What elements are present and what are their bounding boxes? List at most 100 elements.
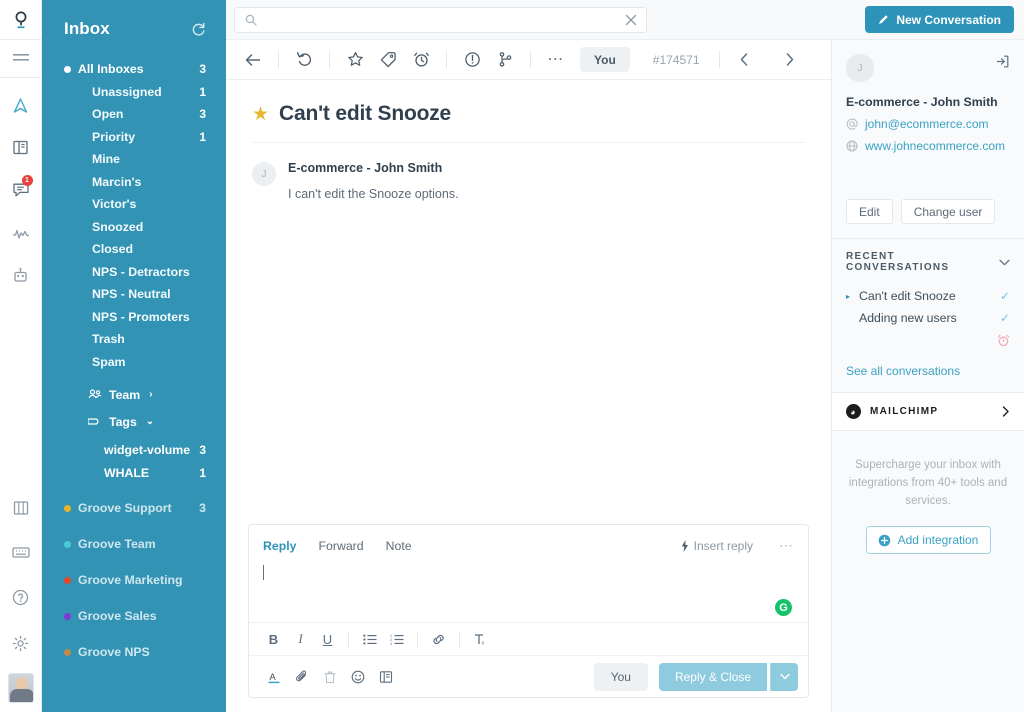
tab-forward[interactable]: Forward — [319, 539, 364, 553]
automation-icon[interactable] — [0, 259, 42, 292]
tag-icon[interactable] — [373, 45, 403, 75]
knowledge-base-icon[interactable] — [0, 131, 42, 164]
sidebar-item-trash[interactable]: Trash — [42, 328, 226, 351]
sidebar-group-tags[interactable]: Tags ⌄ — [42, 409, 226, 434]
sidebar-mailbox-groove-support[interactable]: Groove Support 3 — [42, 490, 226, 526]
more-icon[interactable]: ⋯ — [541, 45, 571, 75]
mailchimp-section-header[interactable]: ◕ MAILCHIMP — [832, 392, 1024, 431]
mailbox-label: Groove Marketing — [78, 573, 183, 587]
sidebar-item-priority[interactable]: Priority 1 — [42, 126, 226, 149]
see-all-conversations-link[interactable]: See all conversations — [832, 351, 1024, 392]
sidebar-item-closed[interactable]: Closed — [42, 238, 226, 261]
toolbar-divider — [718, 51, 720, 68]
composer-assignee-button[interactable]: You — [593, 662, 648, 691]
underline-icon[interactable]: U — [315, 627, 340, 652]
grammarly-badge[interactable]: G — [775, 599, 792, 616]
search-icon — [245, 14, 257, 26]
customer-email[interactable]: john@ecommerce.com — [865, 117, 989, 131]
trash-icon[interactable] — [317, 664, 342, 689]
change-user-button[interactable]: Change user — [900, 199, 996, 224]
recent-conversation-item[interactable]: ▸ Can't edit Snooze ✓ — [832, 285, 1024, 307]
sidebar-mailbox-groove-team[interactable]: Groove Team — [42, 526, 226, 562]
sidebar-tag-whale[interactable]: WHALE 1 — [42, 462, 226, 485]
ticket-id: #174571 — [652, 52, 700, 67]
chevron-left-icon[interactable] — [730, 45, 760, 75]
italic-icon[interactable]: I — [288, 627, 313, 652]
reply-editor[interactable]: G — [249, 562, 808, 622]
avatar: J — [252, 162, 276, 186]
chevron-right-icon[interactable] — [775, 45, 805, 75]
conversations-icon[interactable]: 1 — [0, 173, 42, 206]
sidebar-item-open[interactable]: Open 3 — [42, 103, 226, 126]
user-avatar[interactable] — [7, 673, 34, 703]
sidebar-mailbox-groove-nps[interactable]: Groove NPS — [42, 634, 226, 670]
assignee-button[interactable]: You — [580, 47, 630, 72]
keyboard-icon[interactable] — [0, 536, 42, 569]
merge-icon[interactable] — [490, 45, 520, 75]
priority-icon[interactable] — [457, 45, 487, 75]
app-root: 1 Inbox All Inboxes 3 Unassigned 1 Open … — [0, 0, 1024, 712]
clear-formatting-icon[interactable]: x — [468, 627, 493, 652]
bulleted-list-icon[interactable] — [357, 627, 382, 652]
insert-reply-button[interactable]: Insert reply — [681, 539, 753, 553]
sidebar-item-nps-detractors[interactable]: NPS - Detractors — [42, 261, 226, 284]
canned-reply-icon[interactable] — [373, 664, 398, 689]
menu-icon[interactable] — [0, 40, 42, 78]
tab-reply[interactable]: Reply — [263, 539, 297, 553]
numbered-list-icon[interactable]: 123 — [384, 627, 409, 652]
reports-icon[interactable] — [0, 217, 42, 250]
close-icon[interactable] — [625, 14, 637, 26]
bold-icon[interactable]: B — [261, 627, 286, 652]
reopen-icon[interactable] — [289, 45, 319, 75]
sidebar-mailbox-groove-marketing[interactable]: Groove Marketing — [42, 562, 226, 598]
recent-conversations-header[interactable]: RECENT CONVERSATIONS — [832, 238, 1024, 285]
chevron-down-icon — [999, 259, 1010, 266]
star-icon[interactable]: ★ — [252, 105, 269, 124]
emoji-icon[interactable] — [345, 664, 370, 689]
navigation-icon[interactable] — [0, 89, 42, 122]
text-color-icon[interactable]: A — [261, 664, 286, 689]
avatar: J — [846, 54, 874, 82]
add-integration-button[interactable]: Add integration — [865, 526, 991, 555]
settings-icon[interactable] — [0, 627, 42, 660]
snooze-icon[interactable] — [406, 45, 436, 75]
arrow-left-icon[interactable] — [238, 45, 268, 75]
reply-options-caret[interactable] — [770, 662, 798, 691]
open-in-new-icon[interactable] — [995, 54, 1010, 69]
groove-logo[interactable] — [0, 0, 42, 40]
sidebar-group-team[interactable]: Team › — [42, 382, 226, 407]
sidebar-item-marcins[interactable]: Marcin's — [42, 171, 226, 194]
customer-website[interactable]: www.johnecommerce.com — [865, 139, 1005, 153]
search-input[interactable] — [264, 12, 618, 27]
sidebar-item-mine[interactable]: Mine — [42, 148, 226, 171]
star-icon[interactable] — [340, 45, 370, 75]
new-conversation-button[interactable]: New Conversation — [865, 6, 1015, 33]
conversation-toolbar: ⋯ You #174571 — [226, 40, 831, 80]
tab-note[interactable]: Note — [386, 539, 412, 553]
help-icon[interactable] — [0, 581, 42, 614]
sidebar-item-spam[interactable]: Spam — [42, 351, 226, 374]
format-toolbar: B I U 123 x — [249, 622, 808, 655]
sidebar-mailbox-groove-sales[interactable]: Groove Sales — [42, 598, 226, 634]
recent-conversation-item[interactable] — [832, 329, 1024, 351]
edit-button[interactable]: Edit — [846, 199, 893, 224]
widgets-icon[interactable] — [0, 491, 42, 524]
reply-and-close-button[interactable]: Reply & Close — [658, 662, 767, 691]
link-icon[interactable] — [426, 627, 451, 652]
sidebar-item-all-inboxes[interactable]: All Inboxes 3 — [42, 58, 226, 81]
format-divider — [348, 631, 349, 647]
sidebar-item-victors[interactable]: Victor's — [42, 193, 226, 216]
search-box[interactable] — [234, 6, 647, 33]
sidebar-item-nps-neutral[interactable]: NPS - Neutral — [42, 283, 226, 306]
sidebar-item-snoozed[interactable]: Snoozed — [42, 216, 226, 239]
alarm-icon — [997, 334, 1010, 347]
recent-conversation-item[interactable]: Adding new users ✓ — [832, 307, 1024, 329]
attachment-icon[interactable] — [289, 664, 314, 689]
sidebar-item-nps-promoters[interactable]: NPS - Promoters — [42, 306, 226, 329]
sidebar-tag-widget-volume[interactable]: widget-volume 3 — [42, 439, 226, 462]
mailchimp-icon: ◕ — [846, 404, 861, 419]
refresh-icon[interactable] — [191, 22, 206, 37]
conversations-badge: 1 — [21, 175, 33, 186]
sidebar-item-unassigned[interactable]: Unassigned 1 — [42, 81, 226, 104]
more-icon[interactable]: ⋯ — [775, 537, 794, 554]
